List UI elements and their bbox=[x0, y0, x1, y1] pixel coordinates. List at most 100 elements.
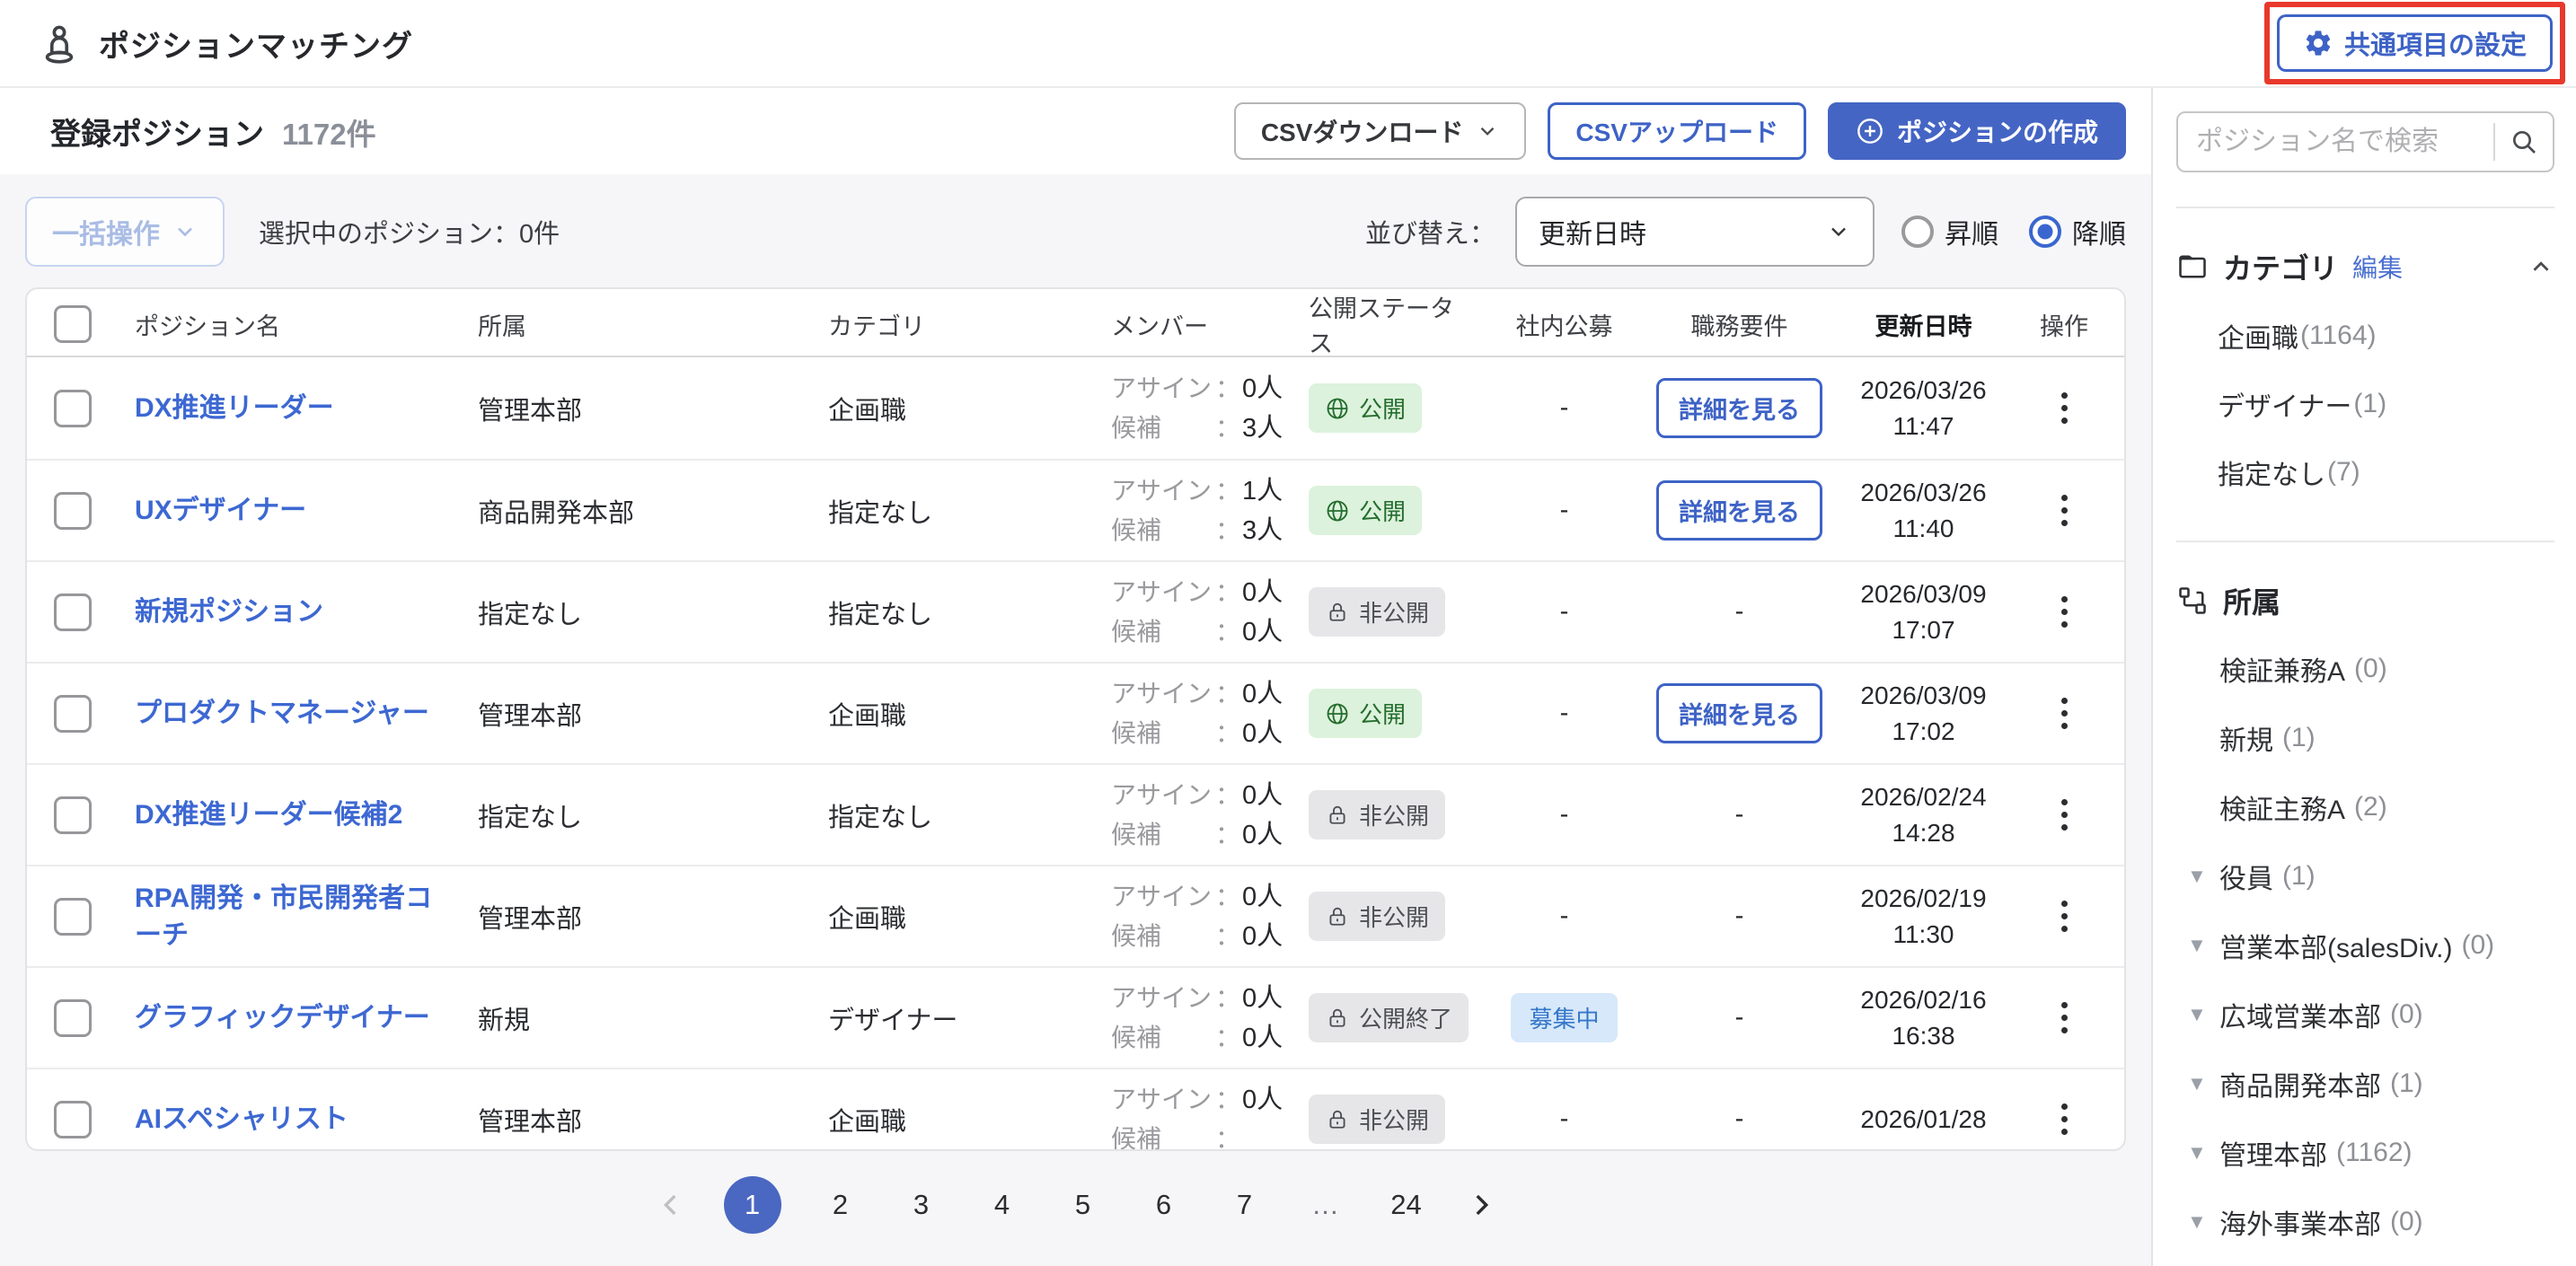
pagination-page[interactable]: 6 bbox=[1142, 1189, 1186, 1221]
triangle-down-icon[interactable]: ▼ bbox=[2187, 1072, 2219, 1095]
category-item[interactable]: 指定なし (7) bbox=[2176, 438, 2554, 506]
triangle-down-icon[interactable]: ▼ bbox=[2187, 1210, 2219, 1234]
position-name-link[interactable]: プロダクトマネージャー bbox=[135, 695, 429, 732]
assign-count: 0人 bbox=[1242, 776, 1283, 815]
chevron-up-icon[interactable] bbox=[2527, 253, 2554, 280]
triangle-down-icon[interactable]: ▼ bbox=[2187, 1003, 2219, 1026]
department-cell: 新規 bbox=[453, 999, 803, 1037]
triangle-down-icon[interactable]: ▼ bbox=[2187, 1141, 2219, 1165]
department-item[interactable]: ▼ 役員 (1) bbox=[2176, 841, 2554, 910]
table-row: プロダクトマネージャー 管理本部 企画職 アサイン ： 0人 候補 ： bbox=[27, 662, 2124, 763]
kebab-icon[interactable] bbox=[2056, 591, 2073, 633]
position-name-link[interactable]: UXデザイナー bbox=[135, 492, 306, 529]
bulk-action-button[interactable]: 一括操作 bbox=[25, 197, 225, 267]
pagination-page[interactable]: 2 bbox=[819, 1189, 862, 1221]
csv-download-button[interactable]: CSVダウンロード bbox=[1234, 102, 1527, 160]
common-settings-button[interactable]: 共通項目の設定 bbox=[2277, 14, 2553, 72]
sort-asc-radio[interactable] bbox=[1901, 215, 1934, 248]
position-name-link[interactable]: グラフィックデザイナー bbox=[135, 999, 430, 1036]
department-cell: 指定なし bbox=[453, 796, 803, 834]
pagination-prev-icon[interactable] bbox=[656, 1190, 686, 1220]
department-item-label: 営業本部(salesDiv.) bbox=[2219, 926, 2452, 965]
internal-recruitment-cell: - bbox=[1477, 901, 1652, 931]
pagination-page[interactable]: 7 bbox=[1223, 1189, 1266, 1221]
csv-upload-button[interactable]: CSVアップロード bbox=[1548, 102, 1806, 160]
department-item-label: 役員 bbox=[2219, 857, 2273, 896]
search-icon[interactable] bbox=[2495, 127, 2553, 156]
kebab-icon[interactable] bbox=[2056, 1098, 2073, 1140]
create-position-button[interactable]: ポジションの作成 bbox=[1828, 102, 2126, 160]
updated-time: 17:07 bbox=[1860, 612, 1986, 648]
kebab-icon[interactable] bbox=[2056, 895, 2073, 937]
position-name-link[interactable]: DX推進リーダー bbox=[135, 390, 334, 426]
department-item[interactable]: ▼ 管理本部 (1162) bbox=[2176, 1118, 2554, 1187]
publish-status-cell: 公開終了 bbox=[1292, 993, 1477, 1042]
department-item[interactable]: ▼ 広域営業本部 (0) bbox=[2176, 980, 2554, 1049]
kebab-icon[interactable] bbox=[2056, 489, 2073, 532]
view-details-button[interactable]: 詳細を見る bbox=[1656, 480, 1822, 541]
job-requirements-cell: - bbox=[1652, 1104, 1827, 1134]
lock-icon bbox=[1325, 1006, 1350, 1031]
updated-at-cell: 2026/02/16 16:38 bbox=[1827, 982, 2020, 1054]
row-checkbox[interactable] bbox=[54, 492, 92, 530]
triangle-down-icon[interactable]: ▼ bbox=[2187, 934, 2219, 957]
position-name-link[interactable]: DX推進リーダー候補2 bbox=[135, 796, 402, 833]
row-checkbox[interactable] bbox=[54, 898, 92, 936]
updated-date: 2026/02/16 bbox=[1860, 982, 1986, 1018]
category-cell: 指定なし bbox=[803, 492, 1086, 530]
row-checkbox[interactable] bbox=[54, 999, 92, 1037]
department-item[interactable]: ▼ 新規 (1) bbox=[2176, 703, 2554, 772]
row-checkbox[interactable] bbox=[54, 796, 92, 834]
pagination-page[interactable]: 5 bbox=[1062, 1189, 1105, 1221]
publish-status-cell: 非公開 bbox=[1292, 790, 1477, 840]
row-checkbox[interactable] bbox=[54, 695, 92, 733]
sort-select[interactable]: 更新日時 bbox=[1515, 197, 1875, 267]
status-badge: 公開 bbox=[1309, 383, 1422, 433]
pagination-page-last[interactable]: 24 bbox=[1385, 1189, 1428, 1221]
category-edit-link[interactable]: 編集 bbox=[2352, 249, 2403, 285]
department-item-count: (2) bbox=[2354, 792, 2387, 822]
department-item[interactable]: ▼ 検証主務A (2) bbox=[2176, 772, 2554, 841]
job-requirements-cell: 詳細を見る bbox=[1652, 683, 1827, 743]
table-row: 新規ポジション 指定なし 指定なし アサイン ： 0人 候補 ： bbox=[27, 560, 2124, 662]
col-category: カテゴリ bbox=[803, 307, 1086, 342]
internal-recruitment-cell: - bbox=[1477, 496, 1652, 525]
row-checkbox[interactable] bbox=[54, 593, 92, 631]
view-details-button[interactable]: 詳細を見る bbox=[1656, 683, 1822, 743]
row-checkbox[interactable] bbox=[54, 390, 92, 427]
select-all-checkbox[interactable] bbox=[54, 305, 92, 343]
pagination-next-icon[interactable] bbox=[1466, 1190, 1496, 1220]
triangle-down-icon[interactable]: ▼ bbox=[2187, 865, 2219, 888]
status-label: 公開 bbox=[1359, 494, 1406, 527]
sort-desc-radio[interactable] bbox=[2029, 215, 2061, 248]
kebab-icon[interactable] bbox=[2056, 794, 2073, 836]
position-name-link[interactable]: AIスペシャリスト bbox=[135, 1101, 348, 1138]
view-details-button[interactable]: 詳細を見る bbox=[1656, 378, 1822, 438]
kebab-icon[interactable] bbox=[2056, 692, 2073, 734]
globe-icon bbox=[1325, 701, 1350, 726]
pagination-page[interactable]: 4 bbox=[981, 1189, 1024, 1221]
department-item[interactable]: ▼ 商品開発本部 (1) bbox=[2176, 1049, 2554, 1118]
lock-icon bbox=[1325, 600, 1350, 625]
kebab-icon[interactable] bbox=[2056, 997, 2073, 1039]
lock-icon bbox=[1325, 1107, 1350, 1132]
col-job-requirements: 職務要件 bbox=[1652, 307, 1827, 342]
department-item[interactable]: ▼ 海外事業本部 (0) bbox=[2176, 1187, 2554, 1256]
department-item[interactable]: ▼ 営業本部(salesDiv.) (0) bbox=[2176, 910, 2554, 980]
pagination-page[interactable]: 3 bbox=[900, 1189, 943, 1221]
globe-icon bbox=[1325, 498, 1350, 523]
category-item[interactable]: 企画職 (1164) bbox=[2176, 302, 2554, 370]
search-input[interactable] bbox=[2178, 127, 2493, 157]
position-count: 1172件 bbox=[282, 110, 376, 154]
job-requirements-cell: - bbox=[1652, 597, 1827, 627]
member-cell: アサイン ： 0人 候補 ： 0人 bbox=[1086, 979, 1292, 1058]
department-item-label: 広域営業本部 bbox=[2219, 995, 2381, 1034]
position-name-link[interactable]: 新規ポジション bbox=[135, 593, 323, 630]
candidate-count: 0人 bbox=[1242, 1018, 1283, 1058]
pagination-page-active[interactable]: 1 bbox=[724, 1176, 781, 1234]
position-name-link[interactable]: RPA開発・市民開発者コーチ bbox=[135, 880, 453, 954]
category-item[interactable]: デザイナー (1) bbox=[2176, 370, 2554, 438]
kebab-icon[interactable] bbox=[2056, 387, 2073, 429]
row-checkbox[interactable] bbox=[54, 1101, 92, 1139]
department-item[interactable]: ▼ 検証兼務A (0) bbox=[2176, 634, 2554, 703]
